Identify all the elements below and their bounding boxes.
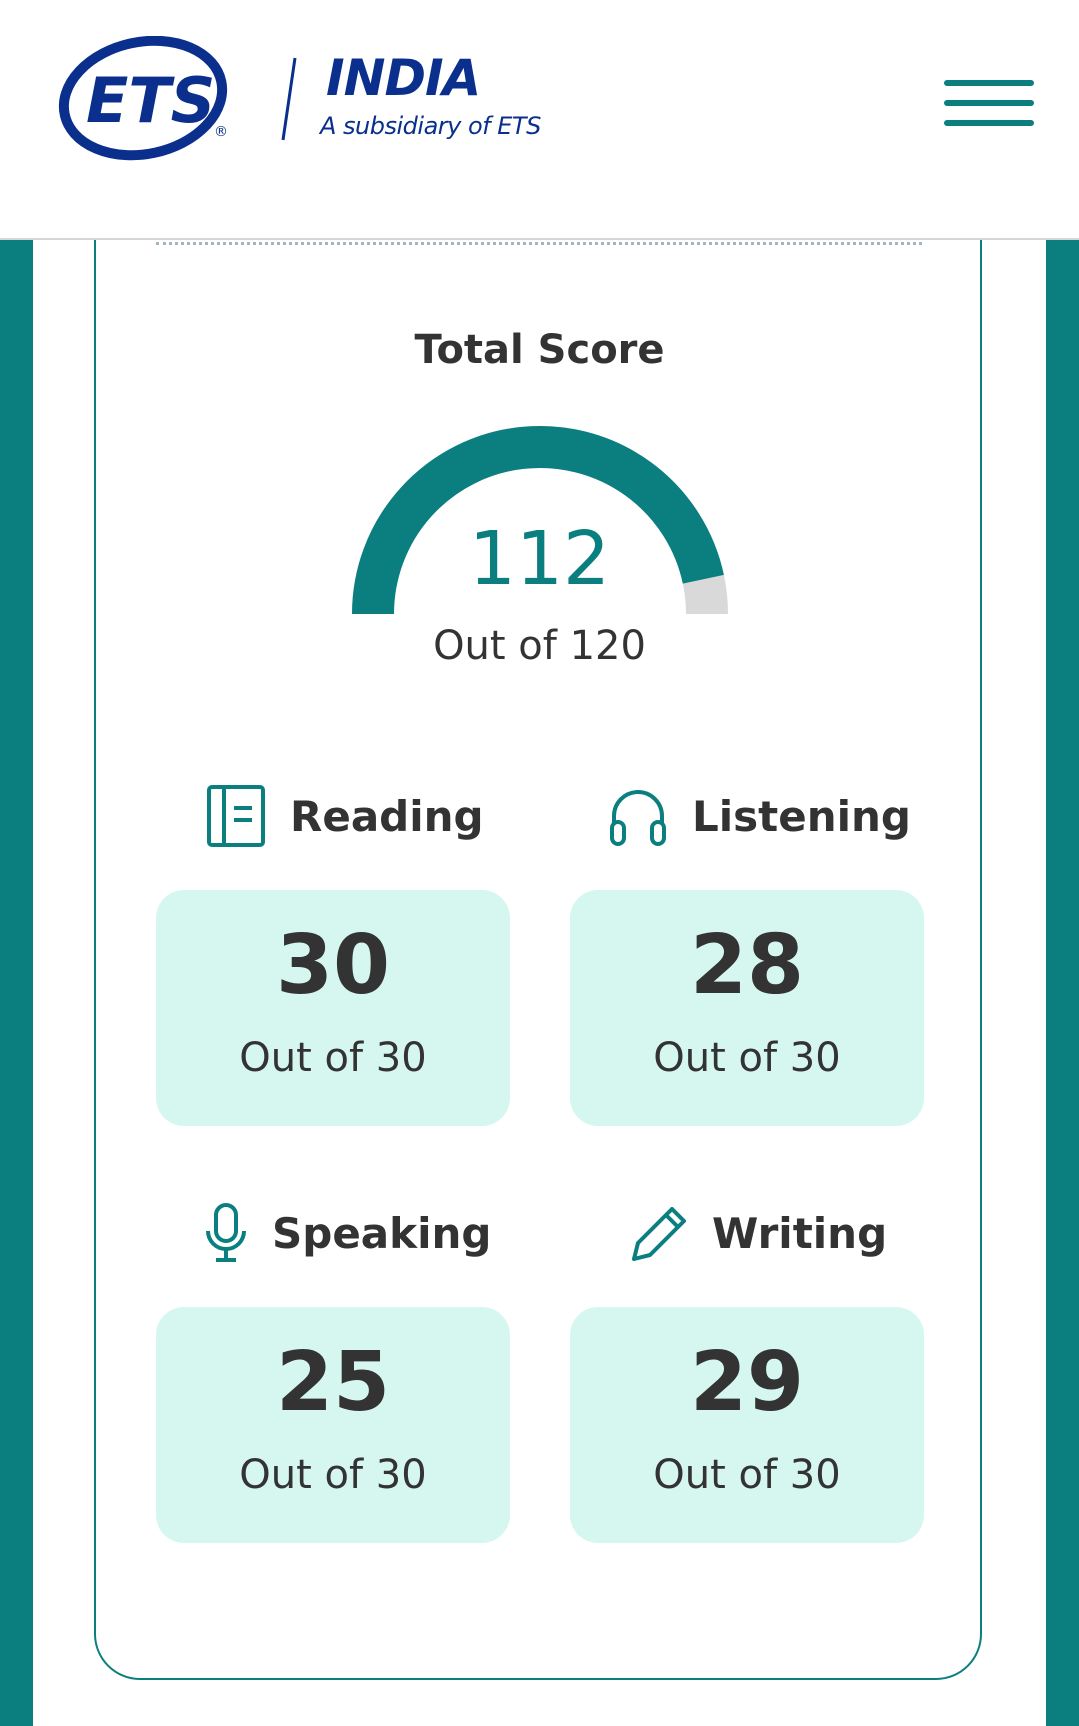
reading-score: 30 [275, 918, 391, 1013]
writing-label: Writing [712, 1208, 888, 1258]
speaking-out-of: Out of 30 [239, 1452, 427, 1498]
speaking-score-box: 25 Out of 30 [156, 1307, 510, 1543]
reading-score-box: 30 Out of 30 [156, 890, 510, 1126]
speaking-header: Speaking [204, 1195, 491, 1271]
speaking-score: 25 [275, 1335, 391, 1430]
microphone-icon [206, 1203, 246, 1262]
brand-title: INDIA [326, 49, 481, 107]
reading-header: Reading [206, 778, 484, 854]
ets-logo[interactable]: ETS ® [58, 35, 236, 162]
writing-score: 29 [689, 1335, 805, 1430]
left-accent-bar [0, 238, 33, 1726]
section-divider [156, 242, 922, 245]
total-score-value: 112 [468, 516, 611, 602]
ets-logo-icon: ETS ® [58, 35, 228, 161]
total-score-title: Total Score [414, 327, 665, 373]
listening-label: Listening [692, 791, 911, 841]
speaking-label: Speaking [272, 1208, 492, 1258]
listening-score: 28 [689, 918, 805, 1013]
site-header: ETS ® INDIA A subsidiary of ETS [0, 0, 1079, 240]
pencil-icon [632, 1207, 686, 1261]
reading-label: Reading [290, 791, 484, 841]
brand-subtitle: A subsidiary of ETS [320, 112, 541, 140]
writing-header: Writing [628, 1195, 887, 1271]
listening-score-box: 28 Out of 30 [570, 890, 924, 1126]
logo-divider [281, 57, 297, 141]
headphones-icon [610, 790, 666, 846]
writing-score-box: 29 Out of 30 [570, 1307, 924, 1543]
svg-text:®: ® [214, 124, 228, 140]
writing-out-of: Out of 30 [653, 1452, 841, 1498]
total-score-out-of: Out of 120 [433, 623, 646, 669]
hamburger-menu-icon [944, 80, 1034, 86]
listening-header: Listening [608, 778, 911, 854]
listening-out-of: Out of 30 [653, 1035, 841, 1081]
right-accent-bar [1046, 238, 1079, 1726]
svg-text:ETS: ETS [86, 64, 215, 137]
hamburger-menu-button[interactable] [940, 76, 1036, 132]
book-icon [207, 785, 265, 847]
reading-out-of: Out of 30 [239, 1035, 427, 1081]
